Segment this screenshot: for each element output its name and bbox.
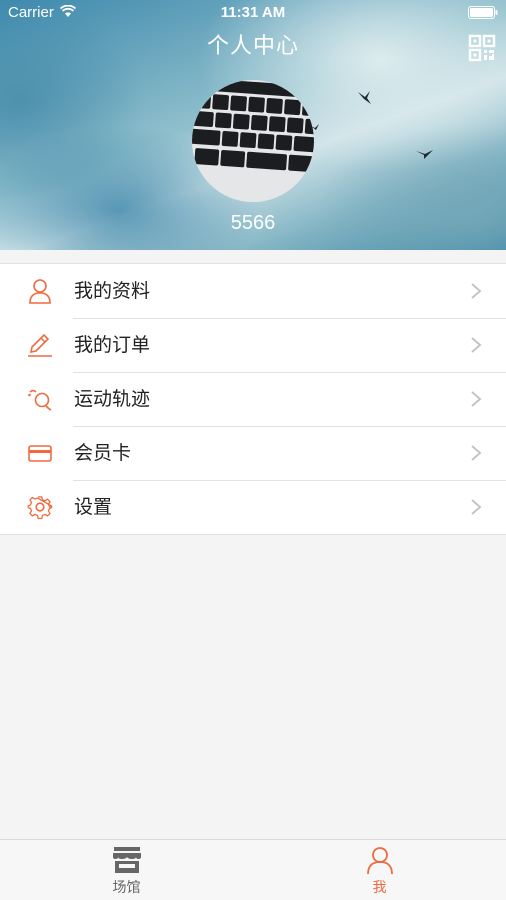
battery-icon	[468, 6, 498, 19]
chevron-right-icon	[471, 337, 482, 353]
tab-label: 我	[372, 880, 387, 896]
gear-icon	[27, 496, 53, 520]
chevron-right-icon	[471, 283, 482, 299]
user-icon	[367, 847, 393, 874]
track-icon	[28, 389, 52, 411]
chevron-right-icon	[471, 445, 482, 461]
status-bar: Carrier 11:31 AM	[0, 0, 506, 26]
qr-code-icon[interactable]	[468, 34, 496, 62]
menu-item-track[interactable]: 运动轨迹	[0, 372, 506, 426]
menu-item-label: 设置	[74, 496, 113, 518]
keyboard-image	[192, 80, 314, 202]
menu-item-label: 会员卡	[74, 442, 132, 464]
store-icon	[113, 847, 141, 873]
page-title: 个人中心	[206, 34, 299, 59]
avatar[interactable]	[192, 80, 314, 202]
profile-header: Carrier 11:31 AM 个人中心 5566	[0, 0, 506, 250]
menu-item-label: 我的订单	[74, 334, 151, 356]
menu-item-label: 我的资料	[74, 280, 151, 302]
tab-me[interactable]: 我	[253, 840, 506, 900]
chevron-right-icon	[471, 391, 482, 407]
menu-item-my-orders[interactable]: 我的订单	[0, 318, 506, 372]
tab-venues[interactable]: 场馆	[0, 840, 253, 900]
username: 5566	[230, 212, 276, 234]
profile-menu: 我的资料 我的订单 运动轨迹 会员卡 设置	[0, 263, 506, 535]
bird-image	[416, 150, 433, 159]
status-time: 11:31 AM	[220, 4, 286, 21]
edit-icon	[28, 333, 52, 357]
menu-item-label: 运动轨迹	[74, 388, 151, 410]
chevron-right-icon	[471, 499, 482, 515]
menu-item-member-card[interactable]: 会员卡	[0, 426, 506, 480]
menu-item-my-profile[interactable]: 我的资料	[0, 264, 506, 318]
menu-item-settings[interactable]: 设置	[0, 480, 506, 534]
tab-bar: 场馆 我	[0, 839, 506, 900]
tab-label: 场馆	[112, 880, 141, 896]
user-icon	[29, 279, 51, 304]
bird-image	[358, 91, 371, 104]
card-icon	[28, 445, 52, 462]
